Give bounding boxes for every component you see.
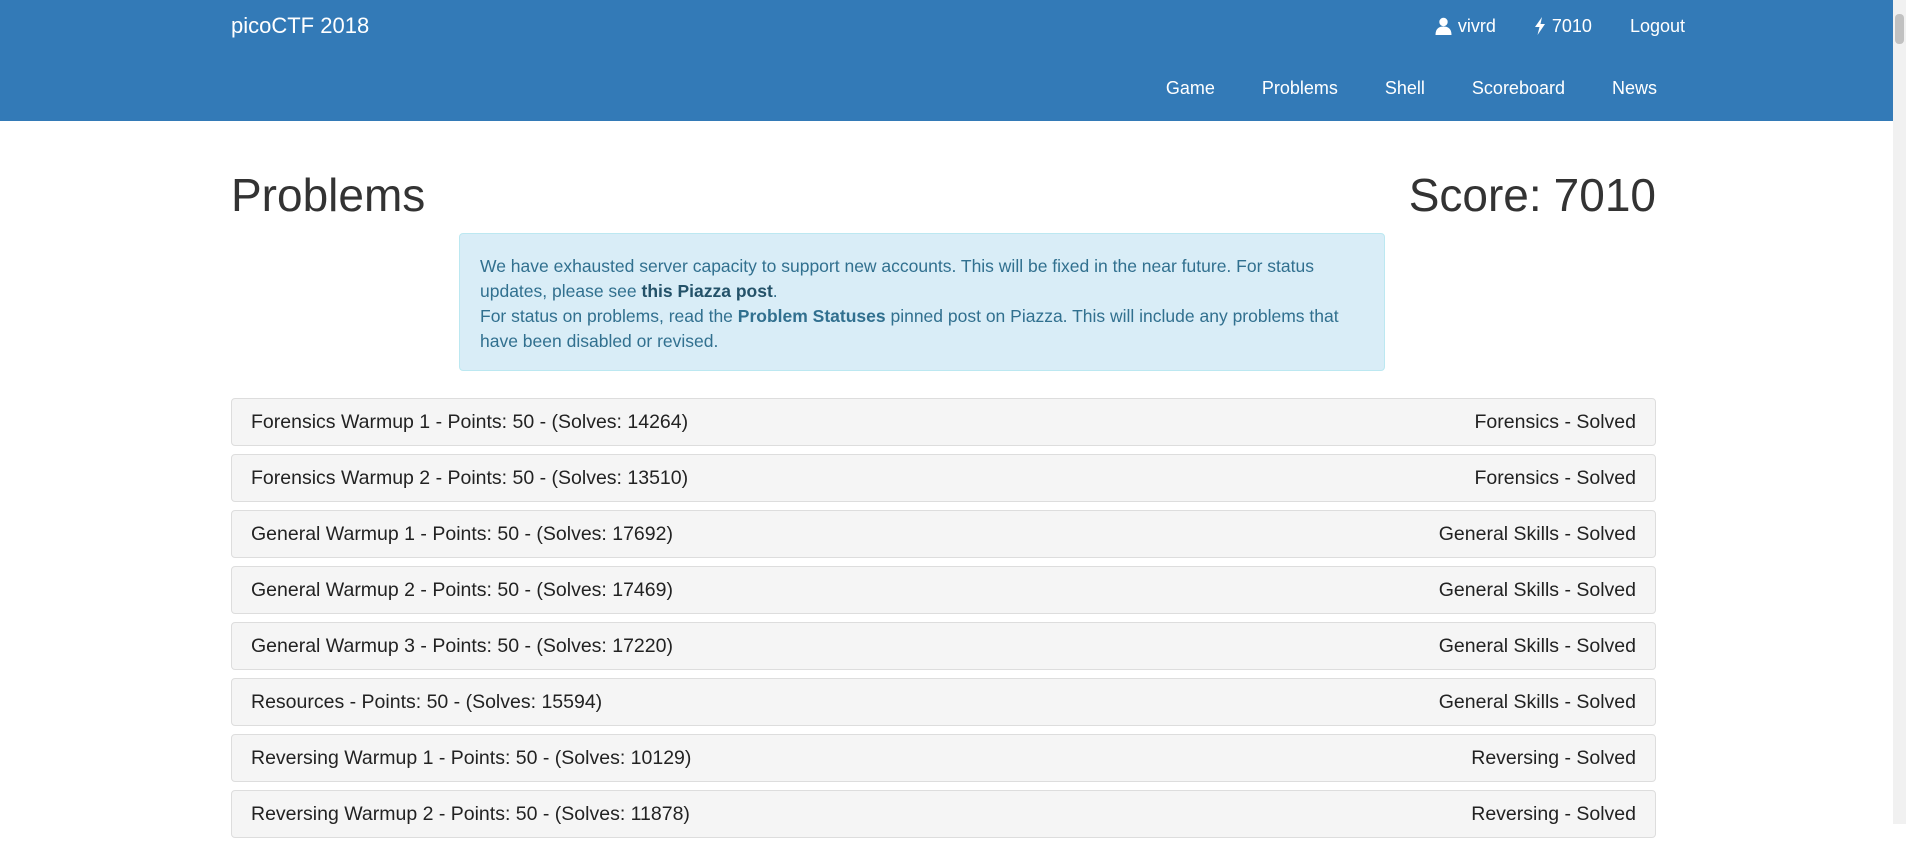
problem-title: Reversing Warmup 2 - Points: 50 - (Solve… bbox=[251, 802, 690, 825]
problem-row[interactable]: Resources - Points: 50 - (Solves: 15594)… bbox=[231, 678, 1656, 726]
problem-status: General Skills - Solved bbox=[1438, 522, 1636, 545]
problem-row[interactable]: Forensics Warmup 1 - Points: 50 - (Solve… bbox=[231, 398, 1656, 446]
nav-problems[interactable]: Problems bbox=[1262, 76, 1338, 100]
score-value: 7010 bbox=[1553, 169, 1656, 221]
problem-row[interactable]: Reversing Warmup 2 - Points: 50 - (Solve… bbox=[231, 790, 1656, 838]
problem-title: General Warmup 1 - Points: 50 - (Solves:… bbox=[251, 522, 673, 545]
problem-row[interactable]: Forensics Warmup 2 - Points: 50 - (Solve… bbox=[231, 454, 1656, 502]
score-label: Score: bbox=[1408, 169, 1542, 221]
problem-row[interactable]: General Warmup 1 - Points: 50 - (Solves:… bbox=[231, 510, 1656, 558]
nav-news[interactable]: News bbox=[1612, 76, 1657, 100]
user-icon bbox=[1435, 17, 1452, 35]
page-title: Problems bbox=[231, 169, 426, 221]
page-scrollbar[interactable] bbox=[1893, 0, 1906, 824]
nav-scoreboard[interactable]: Scoreboard bbox=[1472, 76, 1565, 100]
piazza-post-link[interactable]: this Piazza post bbox=[642, 281, 773, 301]
problem-title: Resources - Points: 50 - (Solves: 15594) bbox=[251, 690, 603, 713]
problem-title: Forensics Warmup 1 - Points: 50 - (Solve… bbox=[251, 410, 689, 433]
logout-link[interactable]: Logout bbox=[1630, 14, 1685, 38]
scrollbar-thumb[interactable] bbox=[1895, 14, 1904, 44]
notice-text-2: For status on problems, read the bbox=[480, 306, 738, 326]
username: vivrd bbox=[1457, 16, 1496, 36]
account-nav: vivrd 7010 Logout bbox=[1435, 14, 1685, 38]
problem-list: Forensics Warmup 1 - Points: 50 - (Solve… bbox=[231, 398, 1656, 846]
bolt-icon bbox=[1534, 17, 1546, 35]
problem-status: General Skills - Solved bbox=[1438, 634, 1636, 657]
main-nav: Game Problems Shell Scoreboard News bbox=[1166, 76, 1657, 100]
notice-text-1: We have exhausted server capacity to sup… bbox=[480, 256, 1314, 301]
problem-status: Forensics - Solved bbox=[1474, 410, 1636, 433]
problem-title: General Warmup 3 - Points: 50 - (Solves:… bbox=[251, 634, 673, 657]
score-display: Score: 7010 bbox=[1409, 166, 1656, 224]
top-navbar: picoCTF 2018 vivrd 7010 Logout Game Prob… bbox=[0, 0, 1893, 121]
problem-row[interactable]: Reversing Warmup 1 - Points: 50 - (Solve… bbox=[231, 734, 1656, 782]
info-alert: We have exhausted server capacity to sup… bbox=[459, 233, 1385, 371]
nav-shell[interactable]: Shell bbox=[1385, 76, 1425, 100]
problem-status: Reversing - Solved bbox=[1471, 746, 1636, 769]
problem-statuses-label: Problem Statuses bbox=[737, 306, 886, 326]
problem-status: Forensics - Solved bbox=[1474, 466, 1636, 489]
brand-link[interactable]: picoCTF 2018 bbox=[231, 12, 369, 40]
nav-game[interactable]: Game bbox=[1166, 76, 1215, 100]
problem-row[interactable]: General Warmup 3 - Points: 50 - (Solves:… bbox=[231, 622, 1656, 670]
problem-title: Forensics Warmup 2 - Points: 50 - (Solve… bbox=[251, 466, 689, 489]
problem-title: Reversing Warmup 1 - Points: 50 - (Solve… bbox=[251, 746, 692, 769]
user-menu[interactable]: vivrd bbox=[1435, 14, 1496, 38]
points-value: 7010 bbox=[1551, 16, 1592, 36]
notice-line-1: We have exhausted server capacity to sup… bbox=[480, 254, 1364, 304]
problem-status: General Skills - Solved bbox=[1438, 690, 1636, 713]
notice-line-2: For status on problems, read the Problem… bbox=[480, 304, 1364, 354]
points-indicator[interactable]: 7010 bbox=[1534, 14, 1592, 38]
problem-title: General Warmup 2 - Points: 50 - (Solves:… bbox=[251, 578, 673, 601]
problem-status: Reversing - Solved bbox=[1471, 802, 1636, 825]
problem-status: General Skills - Solved bbox=[1438, 578, 1636, 601]
notice-text-1-end: . bbox=[772, 281, 778, 301]
problem-row[interactable]: General Warmup 2 - Points: 50 - (Solves:… bbox=[231, 566, 1656, 614]
